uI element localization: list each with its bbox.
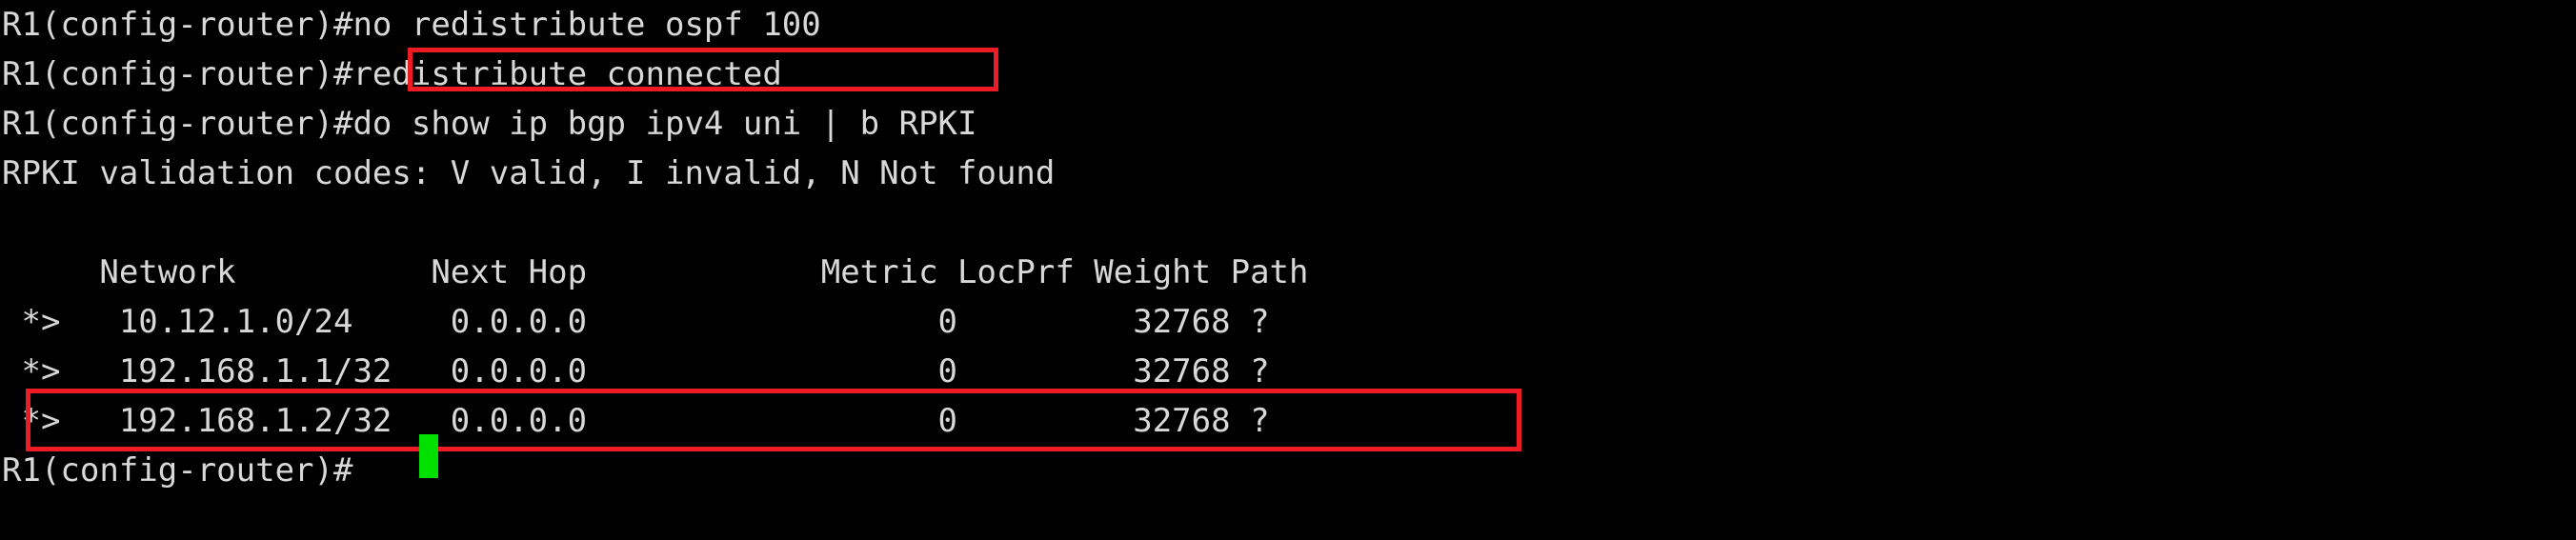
bgp-table-row: *> 10.12.1.0/24 0.0.0.0 0 32768 ? [2, 303, 1270, 341]
terminal-line-command-show-bgp: R1(config-router)#do show ip bgp ipv4 un… [2, 105, 977, 143]
bgp-table-header-row: Network Next Hop Metric LocPrf Weight Pa… [2, 253, 1309, 291]
terminal-window[interactable]: R1(config-router)#no redistribute ospf 1… [0, 0, 2576, 540]
terminal-line-rpki-legend: RPKI validation codes: V valid, I invali… [2, 154, 1056, 192]
block-cursor [419, 434, 438, 478]
bgp-table-row: *> 192.168.1.1/32 0.0.0.0 0 32768 ? [2, 352, 1270, 390]
terminal-line-command-redistribute-connected: R1(config-router)#redistribute connected [2, 55, 782, 93]
terminal-line-command-no-redistribute: R1(config-router)#no redistribute ospf 1… [2, 6, 821, 44]
bgp-table-row: *> 192.168.1.2/32 0.0.0.0 0 32768 ? [2, 402, 1270, 440]
terminal-output: R1(config-router)#no redistribute ospf 1… [0, 0, 1308, 495]
terminal-line-prompt: R1(config-router)# [2, 451, 353, 490]
